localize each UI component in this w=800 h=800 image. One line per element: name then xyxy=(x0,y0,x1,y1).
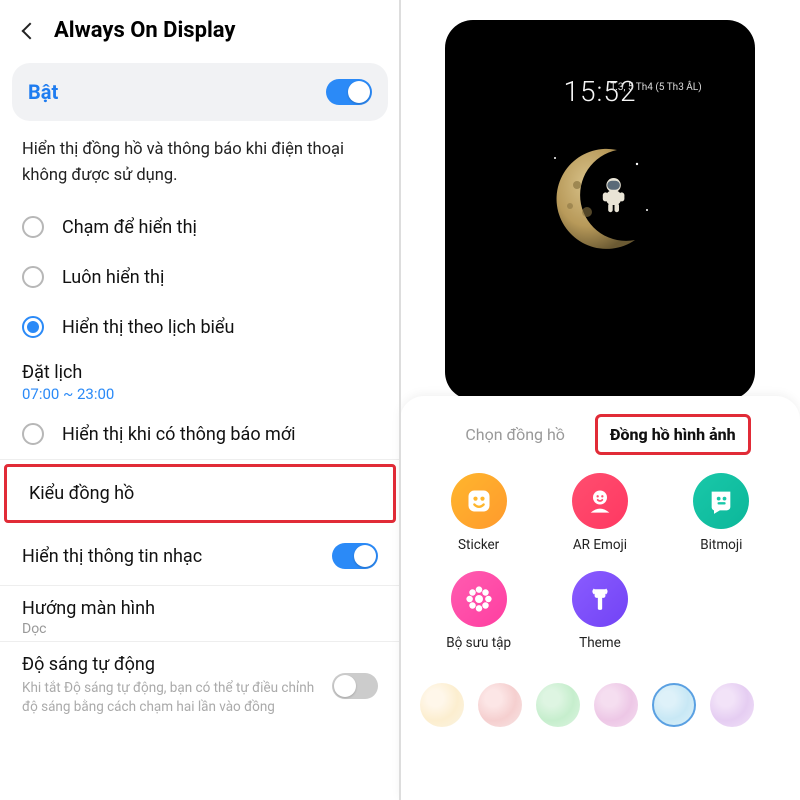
pane-divider xyxy=(399,0,401,800)
radio-icon xyxy=(22,423,44,445)
separator xyxy=(0,459,400,460)
enable-toggle-row[interactable]: Bật xyxy=(12,63,388,121)
color-swatch-row xyxy=(400,679,800,737)
toggle-knob-icon xyxy=(334,675,356,697)
category-ar-emoji[interactable]: AR Emoji xyxy=(545,473,655,553)
aod-preview: 15:52 T.3, 5 Th4 (5 Th3 ÂL) xyxy=(445,20,755,400)
orientation-value: Dọc xyxy=(22,621,378,637)
category-sticker[interactable]: Sticker xyxy=(424,473,534,553)
toggle-knob-icon xyxy=(354,545,376,567)
schedule-time: 07:00 ~ 23:00 xyxy=(22,385,378,403)
radio-tap-to-show[interactable]: Chạm để hiển thị xyxy=(0,202,400,252)
display-mode-list: Chạm để hiển thị Luôn hiển thị Hiển thị … xyxy=(0,202,400,459)
color-swatch[interactable] xyxy=(536,683,580,727)
category-label: AR Emoji xyxy=(573,537,627,553)
radio-always-show[interactable]: Luôn hiển thị xyxy=(0,252,400,302)
color-swatch[interactable] xyxy=(594,683,638,727)
back-icon[interactable] xyxy=(22,22,39,39)
music-info-toggle[interactable] xyxy=(332,543,378,569)
schedule-title: Đặt lịch xyxy=(22,362,378,383)
clock-picker-sheet: Chọn đồng hồ Đồng hồ hình ảnh Sticker AR… xyxy=(400,396,800,800)
category-label: Bitmoji xyxy=(700,537,742,553)
music-info-row[interactable]: Hiển thị thông tin nhạc xyxy=(0,527,400,585)
music-info-label: Hiển thị thông tin nhạc xyxy=(22,546,202,567)
color-swatch[interactable] xyxy=(478,683,522,727)
clock-style-label: Kiểu đồng hồ xyxy=(29,483,134,504)
category-label: Bộ sưu tập xyxy=(446,635,511,651)
category-label: Theme xyxy=(579,635,621,651)
radio-scheduled[interactable]: Hiển thị theo lịch biểu xyxy=(0,302,400,352)
radio-icon xyxy=(22,266,44,288)
color-swatch-selected[interactable] xyxy=(652,683,696,727)
category-theme[interactable]: Theme xyxy=(545,571,655,651)
category-label: Sticker xyxy=(458,537,499,553)
aod-date: T.3, 5 Th4 (5 Th3 ÂL) xyxy=(501,82,755,93)
orientation-title: Hướng màn hình xyxy=(22,598,378,619)
gallery-icon xyxy=(451,571,507,627)
theme-icon xyxy=(572,571,628,627)
color-swatch[interactable] xyxy=(710,683,754,727)
auto-brightness-row[interactable]: Độ sáng tự động Khi tắt Độ sáng tự động,… xyxy=(0,642,400,721)
clock-picker-pane: 15:52 T.3, 5 Th4 (5 Th3 ÂL) xyxy=(400,0,800,800)
tab-select-clock[interactable]: Chọn đồng hồ xyxy=(449,415,581,454)
description-text: Hiển thị đồng hồ và thông báo khi điện t… xyxy=(0,121,400,198)
bitmoji-icon xyxy=(693,473,749,529)
page-title: Always On Display xyxy=(54,18,236,43)
radio-icon xyxy=(22,216,44,238)
enable-label: Bật xyxy=(28,80,58,104)
radio-label: Chạm để hiển thị xyxy=(62,217,197,238)
schedule-row[interactable]: Đặt lịch 07:00 ~ 23:00 xyxy=(0,352,400,409)
radio-label: Hiển thị khi có thông báo mới xyxy=(62,424,296,445)
radio-label: Luôn hiển thị xyxy=(62,267,164,288)
color-swatch[interactable] xyxy=(420,683,464,727)
ar-emoji-icon xyxy=(572,473,628,529)
auto-brightness-desc: Khi tắt Độ sáng tự động, bạn có thể tự đ… xyxy=(22,679,322,717)
moon-astronaut-icon xyxy=(537,140,657,260)
auto-brightness-toggle[interactable] xyxy=(332,673,378,699)
tab-image-clock[interactable]: Đồng hồ hình ảnh xyxy=(595,414,751,455)
clock-style-row[interactable]: Kiểu đồng hồ xyxy=(4,464,396,523)
category-gallery[interactable]: Bộ sưu tập xyxy=(424,571,534,651)
toggle-knob-icon xyxy=(348,81,370,103)
category-grid: Sticker AR Emoji Bitmoji Bộ sưu tập xyxy=(400,469,800,679)
header: Always On Display xyxy=(0,0,400,57)
radio-icon xyxy=(22,316,44,338)
enable-toggle[interactable] xyxy=(326,79,372,105)
settings-pane: Always On Display Bật Hiển thị đồng hồ v… xyxy=(0,0,400,800)
orientation-row[interactable]: Hướng màn hình Dọc xyxy=(0,586,400,641)
auto-brightness-title: Độ sáng tự động xyxy=(22,654,322,675)
sticker-icon xyxy=(451,473,507,529)
tabs: Chọn đồng hồ Đồng hồ hình ảnh xyxy=(400,396,800,469)
category-bitmoji[interactable]: Bitmoji xyxy=(666,473,776,553)
radio-label: Hiển thị theo lịch biểu xyxy=(62,317,234,338)
radio-new-notification[interactable]: Hiển thị khi có thông báo mới xyxy=(0,409,400,459)
